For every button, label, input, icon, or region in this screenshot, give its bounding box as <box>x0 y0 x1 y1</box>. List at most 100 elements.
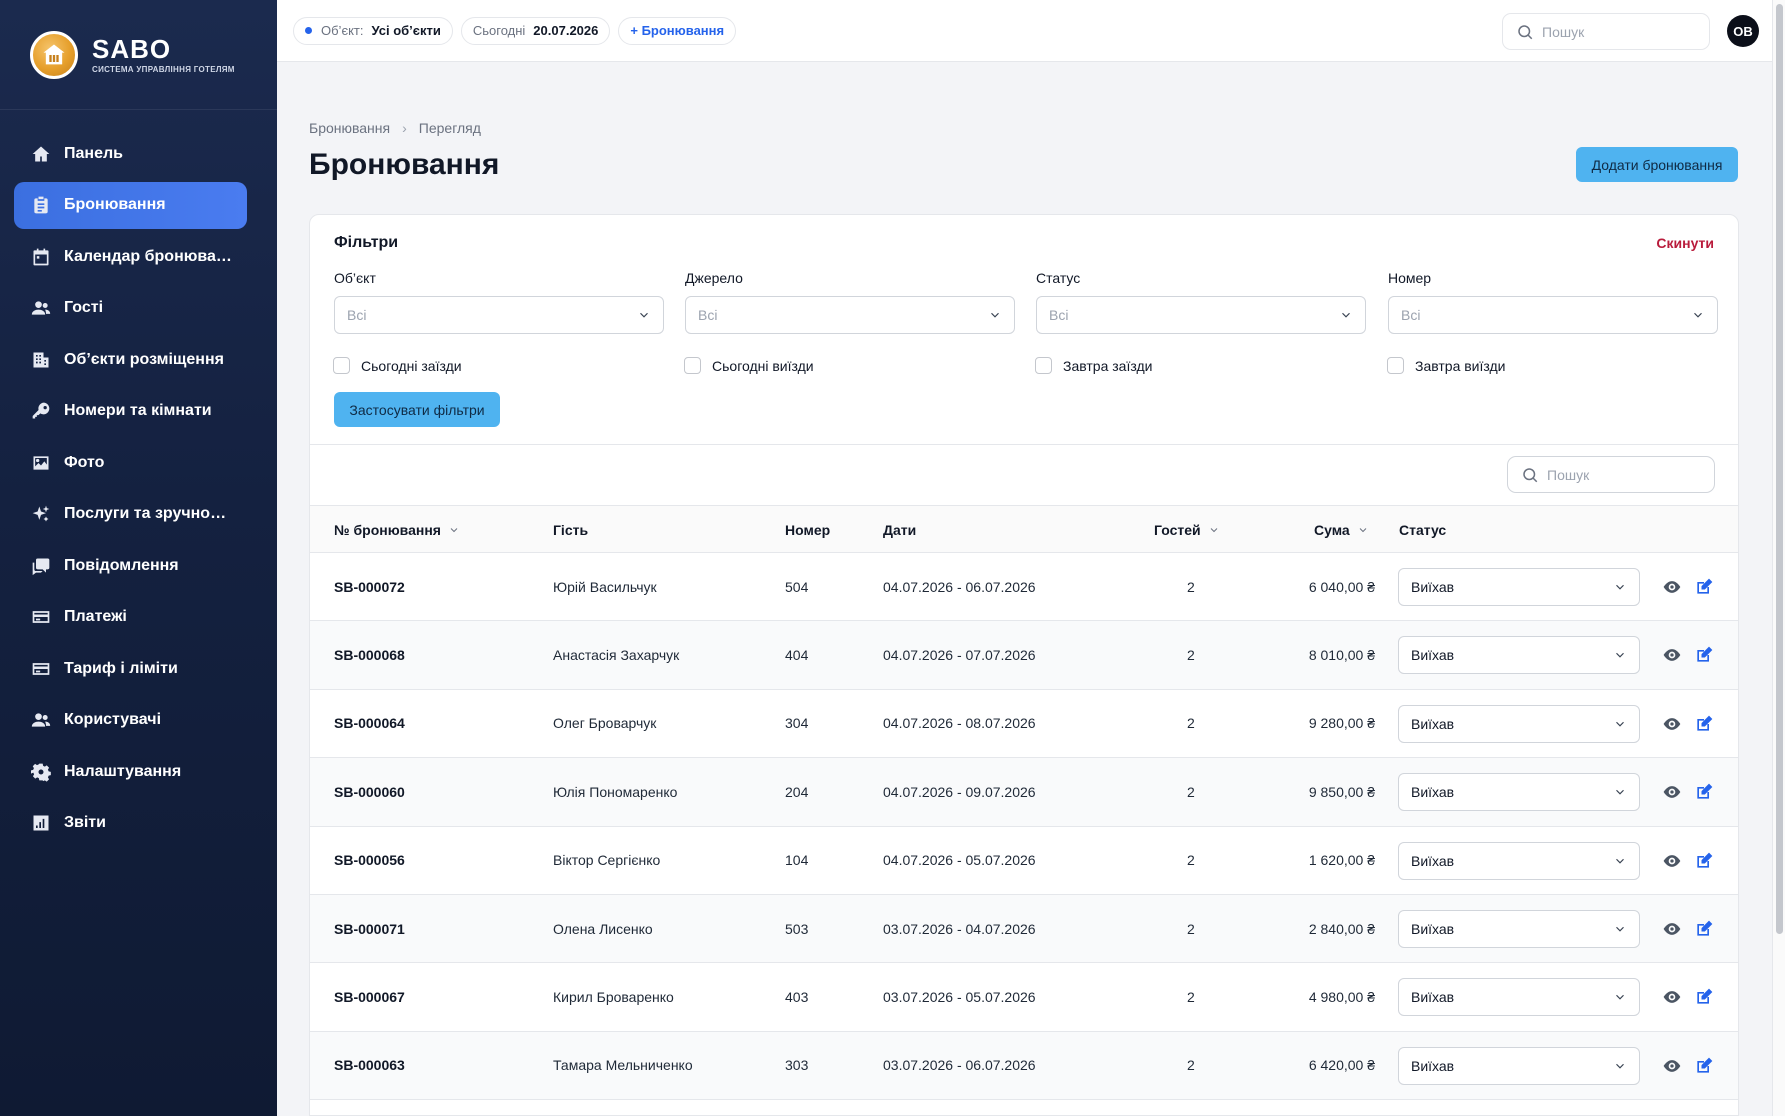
edit-icon[interactable] <box>1694 782 1714 802</box>
edit-icon[interactable] <box>1694 851 1714 871</box>
scroll-thumb[interactable] <box>1776 4 1783 934</box>
new-booking-link[interactable]: + Бронювання <box>618 16 737 45</box>
object-selector[interactable]: Об’єкт: Усі об’єкти <box>293 16 453 45</box>
booking-number[interactable]: SB-000056 <box>334 827 405 894</box>
view-icon[interactable] <box>1662 782 1682 802</box>
checkbox[interactable] <box>1387 357 1404 374</box>
sidebar-item-tariff[interactable]: Тариф і ліміти <box>14 645 247 692</box>
sidebar-item-label: Панель <box>64 144 123 162</box>
chevron-down-icon <box>1616 721 1624 727</box>
checkbox-tomorrow-checkouts[interactable]: Завтра виїзди <box>1387 357 1506 374</box>
checkbox[interactable] <box>1035 357 1052 374</box>
sidebar-item-photos[interactable]: Фото <box>14 439 247 486</box>
view-icon[interactable] <box>1662 577 1682 597</box>
edit-icon[interactable] <box>1694 645 1714 665</box>
sidebar-item-properties[interactable]: Об’єкти розміщення <box>14 336 247 383</box>
sidebar-item-settings[interactable]: Налаштування <box>14 748 247 795</box>
booking-number[interactable]: SB-000068 <box>334 621 405 688</box>
object-value: Усі об’єкти <box>371 23 441 38</box>
guest-name: Тамара Мельниченко <box>553 1057 693 1074</box>
table-row[interactable]: SB-000072 Юрій Васильчук 504 04.07.2026 - 0… <box>310 553 1738 622</box>
table-row[interactable]: SB-000060 Юлія Пономаренко 204 04.07.2026 -… <box>310 758 1738 827</box>
logo[interactable]: SABO СИСТЕМА УПРАВЛІННЯ ГОТЕЛЯМ <box>0 0 277 110</box>
view-icon[interactable] <box>1662 851 1682 871</box>
booking-number[interactable]: SB-000067 <box>334 963 405 1030</box>
table-row[interactable]: SB-000067 Кирил Броваренко 403 03.07.2026 -… <box>310 963 1738 1032</box>
sidebar-item-label: Повідомлення <box>64 556 179 574</box>
sidebar-item-label: Об’єкти розміщення <box>64 350 224 368</box>
global-search-input[interactable]: Пошук <box>1502 13 1710 50</box>
sidebar-item-reports[interactable]: Звіти <box>14 800 247 847</box>
status-select[interactable]: Виїхав <box>1398 773 1640 812</box>
chevron-down-icon <box>1616 1063 1624 1069</box>
view-icon[interactable] <box>1662 714 1682 734</box>
view-icon[interactable] <box>1662 987 1682 1007</box>
sidebar-item-bookings[interactable]: Бронювання <box>14 181 247 229</box>
edit-icon[interactable] <box>1694 714 1714 734</box>
table-row[interactable]: SB-000068 Анастасія Захарчук 404 04.07.2026… <box>310 621 1738 690</box>
booking-number[interactable]: SB-000060 <box>334 758 405 825</box>
sort-chevron-icon <box>450 527 458 532</box>
status-select[interactable]: Виїхав <box>1398 909 1640 948</box>
guests-count: 2 <box>1187 920 1195 937</box>
search-placeholder: Пошук <box>1547 466 1590 483</box>
add-booking-button[interactable]: Додати бронювання <box>1576 147 1738 182</box>
sidebar-item-label: Налаштування <box>64 762 182 780</box>
view-icon[interactable] <box>1662 919 1682 939</box>
sidebar-item-guests[interactable]: Гості <box>14 285 247 332</box>
status-select[interactable]: Виїхав <box>1398 1046 1640 1085</box>
status-select[interactable]: Виїхав <box>1398 636 1640 675</box>
table-row[interactable]: SB-000063 Тамара Мельниченко 303 03.07.2026… <box>310 1031 1738 1101</box>
header-number[interactable]: № бронювання <box>334 506 460 553</box>
header-guests-count[interactable]: Гостей <box>1154 506 1220 553</box>
status-select[interactable]: Виїхав <box>1398 704 1640 743</box>
booking-number[interactable]: SB-000063 <box>334 1032 405 1099</box>
booking-number[interactable]: SB-000064 <box>334 690 405 757</box>
sidebar-item-messages[interactable]: Повідомлення <box>14 542 247 589</box>
breadcrumb-parent[interactable]: Бронювання <box>309 120 390 136</box>
booking-number[interactable]: SB-000071 <box>334 895 405 962</box>
sidebar-item-rooms[interactable]: Номери та кімнати <box>14 388 247 435</box>
status-select[interactable]: Всі <box>1036 296 1366 334</box>
avatar[interactable]: OB <box>1727 15 1759 47</box>
edit-icon[interactable] <box>1694 987 1714 1007</box>
room-number: 503 <box>785 920 809 937</box>
booking-dates: 03.07.2026 - 06.07.2026 <box>883 1057 1036 1074</box>
view-icon[interactable] <box>1662 1056 1682 1076</box>
table-row[interactable]: SB-000071 Олена Лисенко 503 03.07.2026 - 04… <box>310 894 1738 964</box>
sidebar-item-services[interactable]: Послуги та зручно… <box>14 491 247 538</box>
status-select[interactable]: Виїхав <box>1398 841 1640 880</box>
sidebar-item-payments[interactable]: Платежі <box>14 594 247 641</box>
view-icon[interactable] <box>1662 645 1682 665</box>
building-icon <box>30 349 52 371</box>
checkbox-today-checkouts[interactable]: Сьогодні виїзди <box>684 357 814 374</box>
checkbox[interactable] <box>333 357 350 374</box>
status-select[interactable]: Виїхав <box>1398 978 1640 1017</box>
object-select[interactable]: Всі <box>334 296 664 334</box>
edit-icon[interactable] <box>1694 577 1714 597</box>
status-select[interactable]: Виїхав <box>1398 568 1640 606</box>
booking-number[interactable]: SB-000072 <box>334 553 405 620</box>
reset-filters-button[interactable]: Скинути <box>1656 235 1714 251</box>
room-number: 104 <box>785 852 809 869</box>
table-search-input[interactable]: Пошук <box>1507 456 1715 493</box>
source-select[interactable]: Всі <box>685 296 1015 334</box>
object-label: Об’єкт: <box>321 23 364 38</box>
checkbox-tomorrow-checkins[interactable]: Завтра заїзди <box>1035 357 1152 374</box>
breadcrumb: Бронювання › Перегляд <box>309 120 481 136</box>
sidebar-item-panel[interactable]: Панель <box>14 130 247 177</box>
table-row[interactable]: SB-000064 Олег Броварчук 304 04.07.2026 - 0… <box>310 689 1738 759</box>
apply-filters-button[interactable]: Застосувати фільтри <box>334 392 500 427</box>
page-scrollbar[interactable] <box>1772 0 1785 1116</box>
sidebar-item-label: Користувачі <box>64 711 162 728</box>
sidebar-item-users[interactable]: Користувачі <box>14 697 247 744</box>
checkbox[interactable] <box>684 357 701 374</box>
header-sum[interactable]: Сума <box>1314 506 1369 553</box>
sidebar-item-calendar[interactable]: Календар бронюва… <box>14 233 247 280</box>
table-row[interactable]: SB-000056 Віктор Сергієнко 104 04.07.2026 -… <box>310 826 1738 895</box>
checkbox-today-checkins[interactable]: Сьогодні заїзди <box>333 357 462 374</box>
header-status: Статус <box>1399 506 1446 553</box>
room-select[interactable]: Всі <box>1388 296 1718 334</box>
edit-icon[interactable] <box>1694 919 1714 939</box>
edit-icon[interactable] <box>1694 1056 1714 1076</box>
